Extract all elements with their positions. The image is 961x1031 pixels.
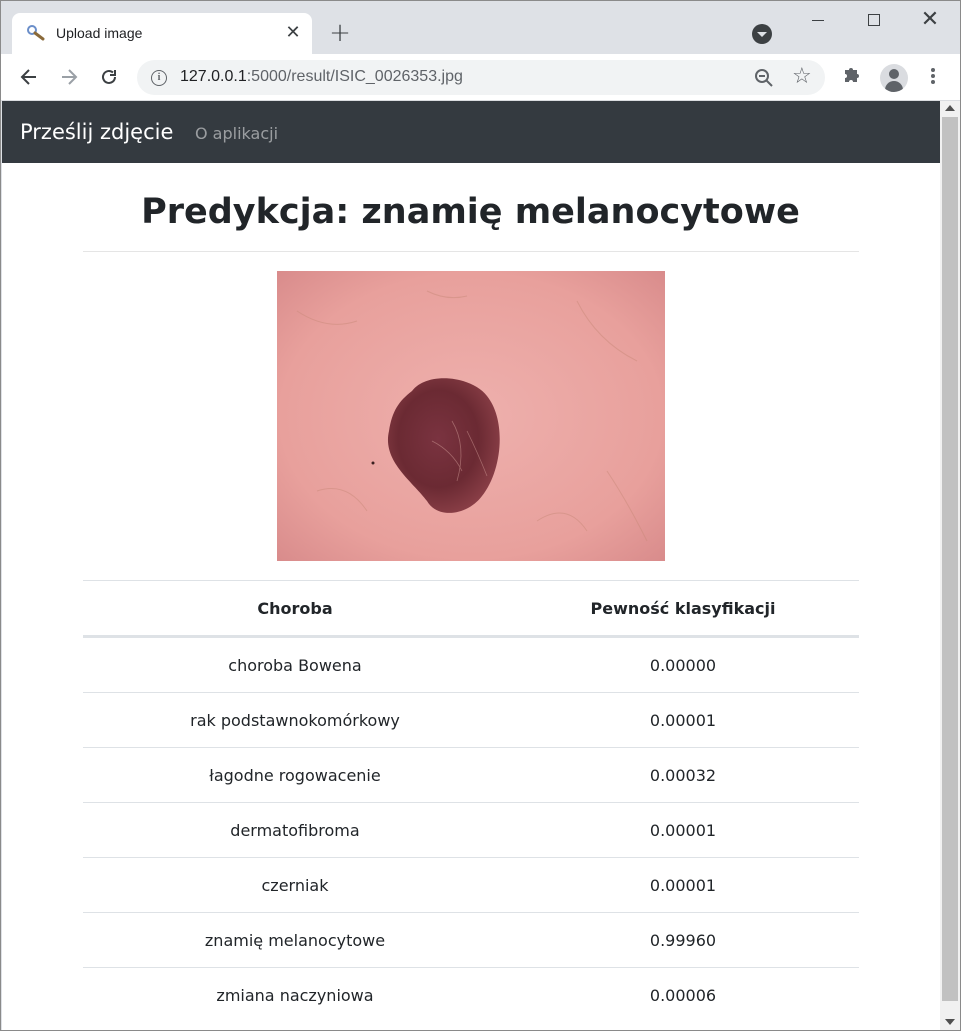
- confidence-cell: 0.00032: [649, 765, 717, 785]
- url-text[interactable]: 127.0.0.1:5000/result/ISIC_0026353.jpg: [180, 68, 463, 86]
- table-row: łagodne rogowacenie 0.00032: [83, 747, 859, 802]
- disease-cell: rak podstawnokomórkowy: [190, 710, 400, 730]
- new-tab-icon[interactable]: +: [326, 20, 354, 48]
- page-viewport: Prześlij zdjęcie O aplikacji Predykcja: …: [2, 101, 940, 1030]
- reload-icon[interactable]: [95, 63, 123, 91]
- table-row: zmiana naczyniowa 0.00006: [83, 967, 859, 1022]
- magnifier-favicon-icon: [27, 25, 45, 41]
- scroll-down-arrow-icon[interactable]: [945, 1019, 955, 1025]
- disease-cell: czerniak: [261, 875, 329, 895]
- prediction-heading: Predykcja: znamię melanocytowe: [141, 192, 800, 232]
- header-confidence: Pewność klasyfikacji: [590, 598, 776, 618]
- extensions-puzzle-icon[interactable]: [839, 64, 865, 90]
- profile-avatar-icon[interactable]: [880, 64, 908, 92]
- tab-strip: Upload image ✕ + ✕: [1, 1, 960, 54]
- table-row: rak podstawnokomórkowy 0.00001: [83, 692, 859, 747]
- forward-arrow-icon[interactable]: [55, 63, 83, 91]
- tab-search-icon[interactable]: [752, 24, 772, 44]
- scrollbar-thumb[interactable]: [942, 117, 958, 1001]
- prediction-table: Choroba Pewność klasyfikacji choroba Bow…: [83, 580, 859, 1022]
- disease-cell: znamię melanocytowe: [204, 930, 386, 950]
- address-bar[interactable]: i 127.0.0.1:5000/result/ISIC_0026353.jpg…: [137, 60, 825, 95]
- table-row: znamię melanocytowe 0.99960: [83, 912, 859, 967]
- minimize-button[interactable]: [795, 5, 841, 35]
- maximize-button[interactable]: [851, 5, 897, 35]
- confidence-cell: 0.00001: [649, 875, 717, 895]
- disease-cell: łagodne rogowacenie: [209, 765, 381, 785]
- zoom-out-icon[interactable]: [754, 68, 774, 88]
- disease-cell: choroba Bowena: [228, 655, 362, 675]
- browser-toolbar: i 127.0.0.1:5000/result/ISIC_0026353.jpg…: [1, 54, 960, 101]
- confidence-cell: 0.99960: [649, 930, 717, 950]
- browser-window: Upload image ✕ + ✕ i 127.0.0.1:5000/resu…: [0, 0, 961, 1031]
- table-header-row: Choroba Pewność klasyfikacji: [83, 580, 859, 637]
- confidence-cell: 0.00000: [649, 655, 717, 675]
- navbar-brand-link[interactable]: Prześlij zdjęcie: [20, 120, 173, 144]
- divider: [83, 251, 859, 252]
- confidence-cell: 0.00001: [649, 710, 717, 730]
- table-row: dermatofibroma 0.00001: [83, 802, 859, 857]
- back-arrow-icon[interactable]: [15, 63, 43, 91]
- scroll-up-arrow-icon[interactable]: [945, 105, 955, 111]
- lesion-image: [277, 271, 665, 561]
- about-link[interactable]: O aplikacji: [195, 124, 278, 143]
- confidence-cell: 0.00006: [649, 985, 717, 1005]
- bookmark-star-icon[interactable]: ☆: [792, 64, 812, 89]
- confidence-cell: 0.00001: [649, 820, 717, 840]
- kebab-menu-icon[interactable]: [925, 66, 941, 88]
- vertical-scrollbar[interactable]: [940, 101, 960, 1030]
- site-info-icon[interactable]: i: [151, 70, 167, 86]
- disease-cell: zmiana naczyniowa: [216, 985, 374, 1005]
- table-row: czerniak 0.00001: [83, 857, 859, 912]
- tab-close-icon[interactable]: ✕: [282, 22, 304, 44]
- close-window-button[interactable]: ✕: [907, 5, 953, 35]
- tab-title: Upload image: [56, 25, 143, 41]
- browser-tab[interactable]: Upload image ✕: [12, 13, 312, 54]
- header-disease: Choroba: [257, 598, 333, 618]
- table-row: choroba Bowena 0.00000: [83, 637, 859, 692]
- site-navbar: Prześlij zdjęcie O aplikacji: [2, 101, 940, 163]
- disease-cell: dermatofibroma: [230, 820, 360, 840]
